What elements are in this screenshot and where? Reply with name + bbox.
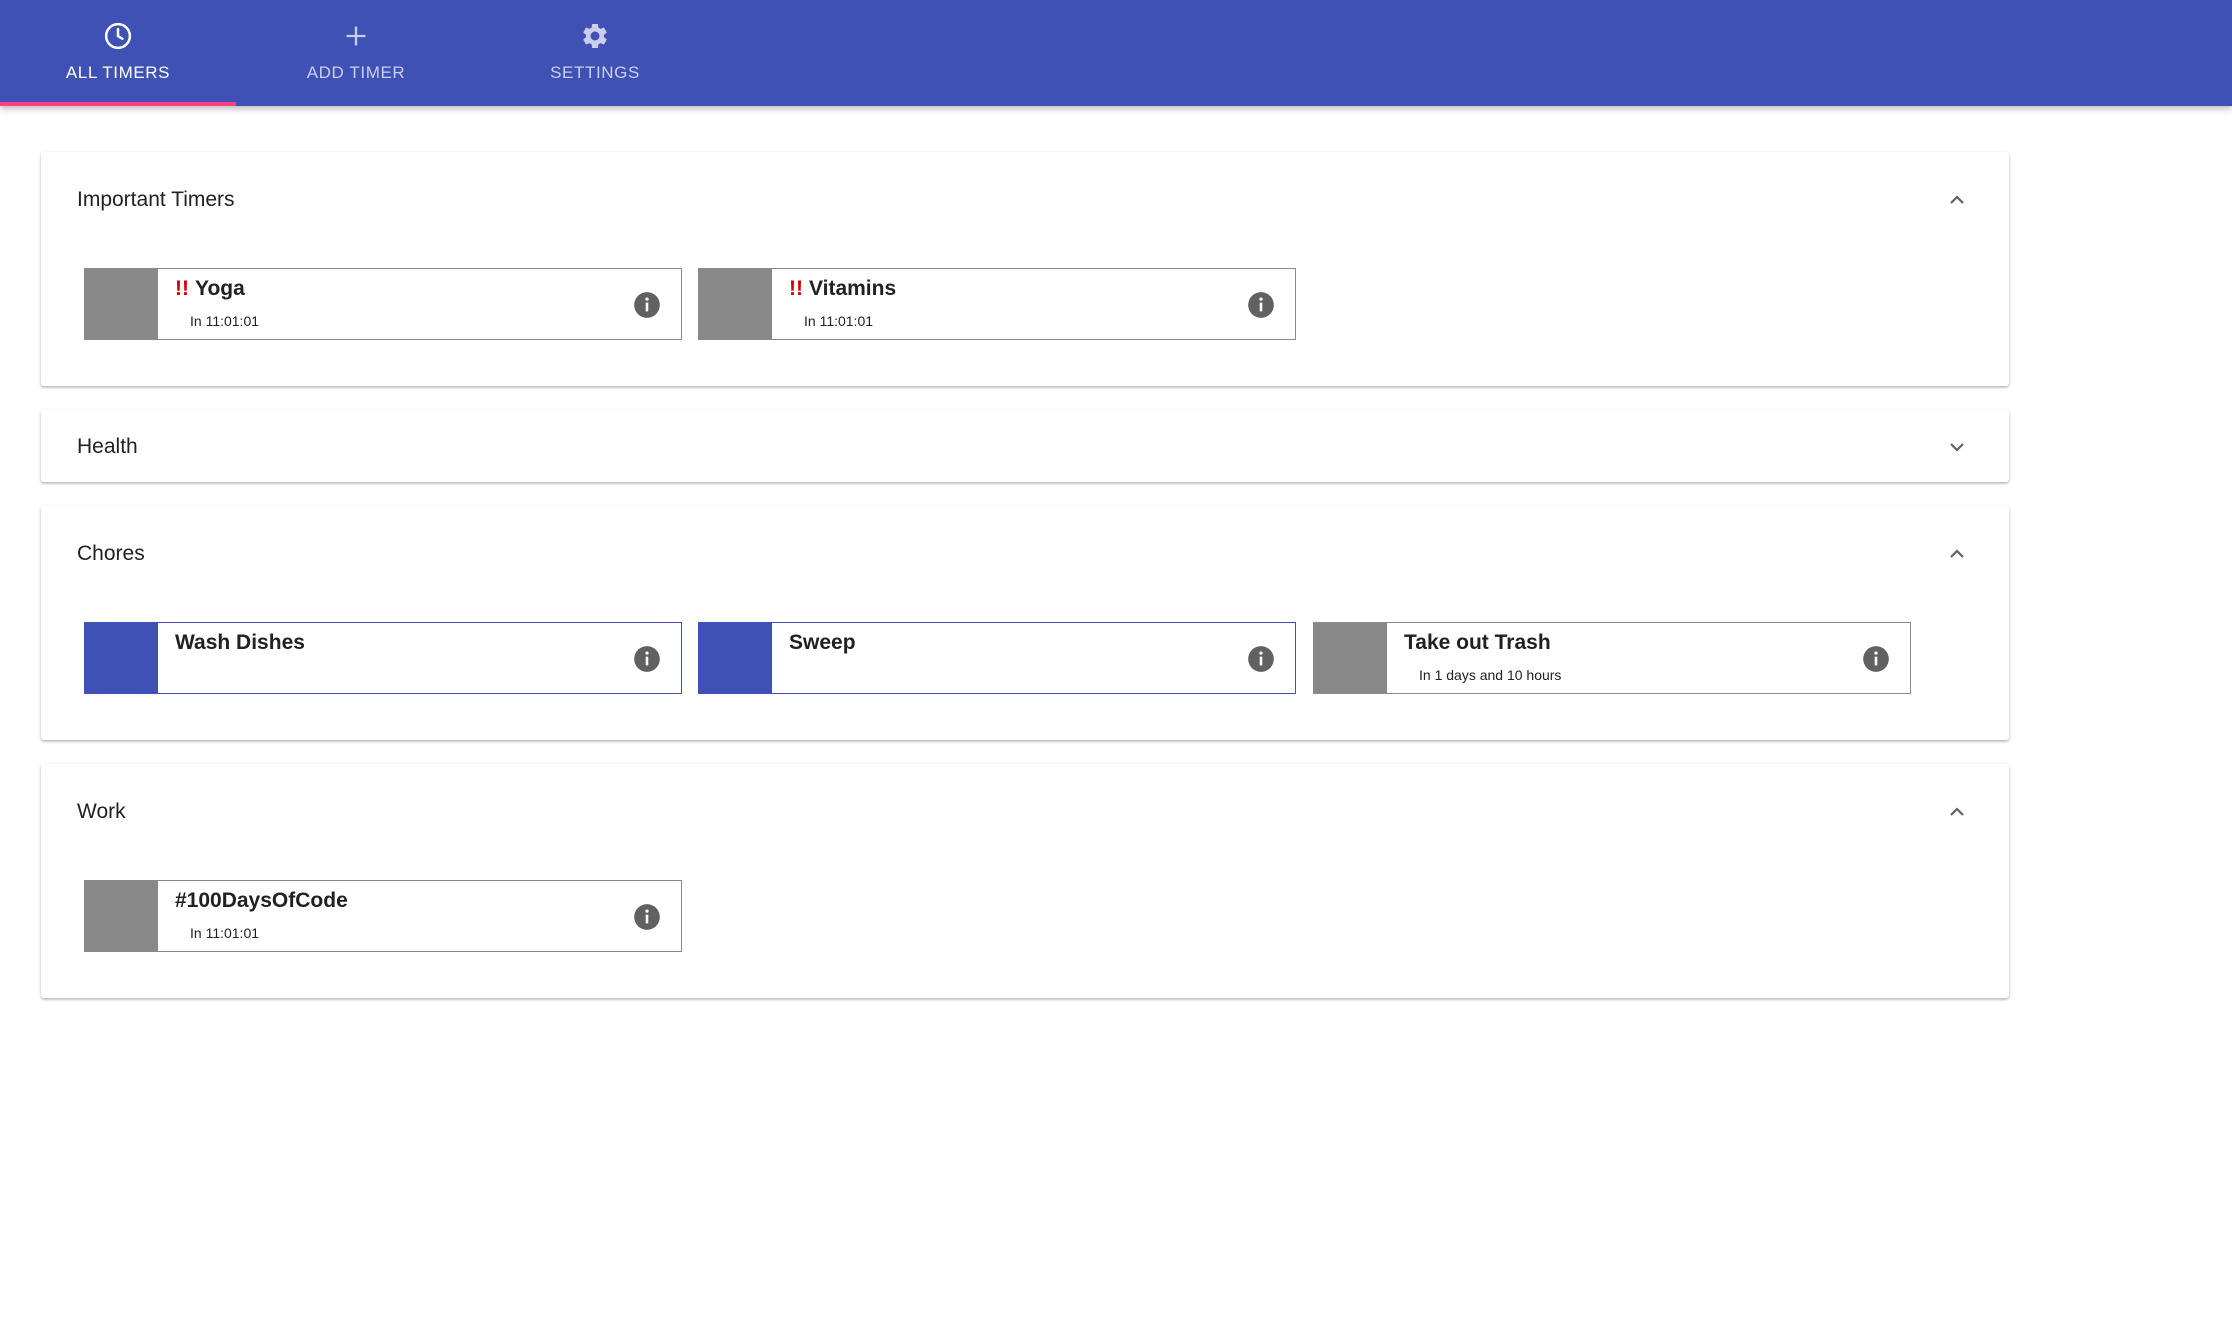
tab-bar: ALL TIMERS ADD TIMER SETTINGS — [0, 0, 2232, 106]
tab-label: SETTINGS — [550, 63, 640, 82]
info-icon[interactable] — [1862, 645, 1890, 673]
timer-name: Sweep — [789, 631, 856, 655]
timer-name-text: Sweep — [789, 631, 856, 654]
plus-icon — [339, 19, 373, 53]
timer-color-swatch — [85, 269, 158, 339]
timer-card-100daysofcode[interactable]: #100DaysOfCode In 11:01:01 — [84, 880, 682, 952]
timer-name-text: Vitamins — [809, 277, 897, 300]
info-icon[interactable] — [1247, 291, 1275, 319]
tab-label: ADD TIMER — [306, 63, 406, 82]
group-title: Important Timers — [77, 188, 235, 211]
timer-name: !! Vitamins — [789, 277, 896, 301]
group-panel-chores: Chores Wash Dishes Sweep Take out Trash … — [41, 506, 2009, 740]
tab-add-timer[interactable]: ADD TIMER — [238, 0, 474, 106]
active-tab-indicator — [0, 102, 236, 106]
clock-icon — [101, 19, 135, 53]
timer-status: In 11:01:01 — [804, 313, 874, 329]
timer-color-swatch — [1314, 623, 1387, 693]
chevron-down-icon[interactable] — [1945, 435, 1969, 459]
group-panel-work: Work #100DaysOfCode In 11:01:01 — [41, 764, 2009, 998]
timer-color-swatch — [699, 623, 772, 693]
timer-status: In 11:01:01 — [190, 925, 260, 941]
group-title: Chores — [77, 542, 145, 565]
group-panel-health: Health — [41, 410, 2009, 482]
info-icon[interactable] — [633, 645, 661, 673]
timer-name-text: Yoga — [195, 277, 245, 300]
timer-status: In 1 days and 10 hours — [1419, 667, 1562, 683]
info-icon[interactable] — [1247, 645, 1275, 673]
timer-card-yoga[interactable]: !! Yoga In 11:01:01 — [84, 268, 682, 340]
group-header[interactable]: Work — [41, 764, 2009, 860]
info-icon[interactable] — [633, 291, 661, 319]
timer-card-vitamins[interactable]: !! Vitamins In 11:01:01 — [698, 268, 1296, 340]
important-mark: !! — [175, 277, 189, 300]
timer-name: !! Yoga — [175, 277, 245, 301]
tab-label: ALL TIMERS — [65, 63, 171, 82]
important-mark: !! — [789, 277, 803, 300]
timer-name: #100DaysOfCode — [175, 889, 348, 913]
tab-all-timers[interactable]: ALL TIMERS — [0, 0, 236, 106]
info-icon[interactable] — [633, 903, 661, 931]
timer-card-sweep[interactable]: Sweep — [698, 622, 1296, 694]
timer-name-text: Wash Dishes — [175, 631, 305, 654]
group-header[interactable]: Chores — [41, 506, 2009, 602]
timer-card-wash-dishes[interactable]: Wash Dishes — [84, 622, 682, 694]
timer-name-text: Take out Trash — [1404, 631, 1551, 654]
timer-status: In 11:01:01 — [190, 313, 260, 329]
chevron-up-icon[interactable] — [1945, 188, 1969, 212]
chevron-up-icon[interactable] — [1945, 800, 1969, 824]
timer-color-swatch — [85, 881, 158, 951]
group-title: Work — [77, 800, 126, 823]
group-title: Health — [77, 435, 138, 458]
timer-color-swatch — [85, 623, 158, 693]
timer-card-take-out-trash[interactable]: Take out Trash In 1 days and 10 hours — [1313, 622, 1911, 694]
timer-name-text: #100DaysOfCode — [175, 889, 348, 912]
timer-name: Wash Dishes — [175, 631, 305, 655]
group-header[interactable]: Health — [41, 410, 2009, 482]
chevron-up-icon[interactable] — [1945, 542, 1969, 566]
timer-name: Take out Trash — [1404, 631, 1551, 655]
tab-settings[interactable]: SETTINGS — [477, 0, 713, 106]
group-panel-important-timers: Important Timers !! Yoga In 11:01:01 !! Vi… — [41, 152, 2009, 386]
timer-color-swatch — [699, 269, 772, 339]
group-header[interactable]: Important Timers — [41, 152, 2009, 248]
gear-icon — [578, 19, 612, 53]
